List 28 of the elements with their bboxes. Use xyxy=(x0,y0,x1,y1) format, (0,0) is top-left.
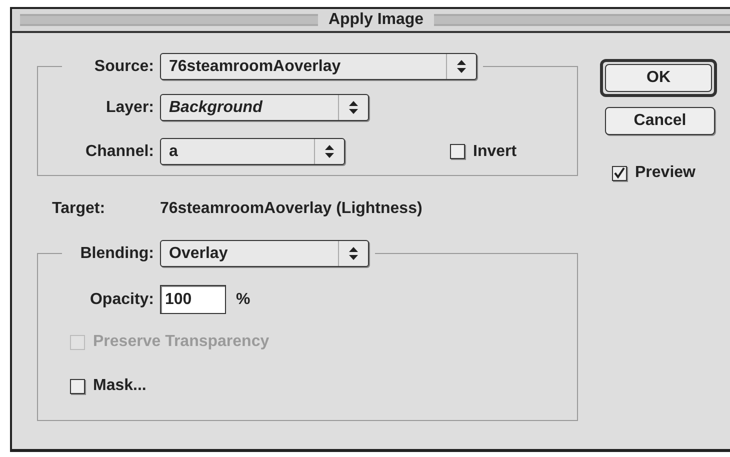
up-down-arrows-icon xyxy=(349,101,358,114)
ok-button[interactable]: OK xyxy=(605,64,712,92)
checkbox[interactable] xyxy=(450,144,465,159)
target-value: 76steamroomAoverlay (Lightness) xyxy=(160,199,422,219)
popup-menu[interactable]: Overlay xyxy=(160,240,369,267)
unit-label: % xyxy=(236,290,250,310)
checkbox[interactable] xyxy=(612,166,627,180)
checkbox-label: Invert xyxy=(473,142,517,162)
window-title: Apply Image xyxy=(327,10,425,30)
checkbox[interactable] xyxy=(70,378,85,394)
field-label: Blending: xyxy=(79,244,154,264)
popup-menu[interactable]: 76steamroomAoverlay xyxy=(160,53,477,80)
field-label: Opacity: xyxy=(88,290,154,310)
checkbox-label: Mask... xyxy=(93,376,146,396)
up-down-arrows-icon xyxy=(349,247,358,260)
field-label: Channel: xyxy=(84,142,154,162)
checkbox-label: Preserve Transparency xyxy=(93,332,270,352)
checkbox-label: Preview xyxy=(635,163,696,183)
field-label: Source: xyxy=(93,56,154,76)
cancel-button[interactable]: Cancel xyxy=(605,107,715,135)
field-label: Target: xyxy=(52,199,106,219)
opacity-field[interactable]: 100 xyxy=(160,285,226,314)
up-down-arrows-icon xyxy=(325,145,334,158)
popup-menu[interactable]: Background xyxy=(160,94,369,121)
checkmark-icon xyxy=(613,166,626,180)
up-down-arrows-icon xyxy=(457,60,466,73)
field-label: Layer: xyxy=(104,98,154,118)
popup-menu[interactable]: a xyxy=(160,138,345,165)
